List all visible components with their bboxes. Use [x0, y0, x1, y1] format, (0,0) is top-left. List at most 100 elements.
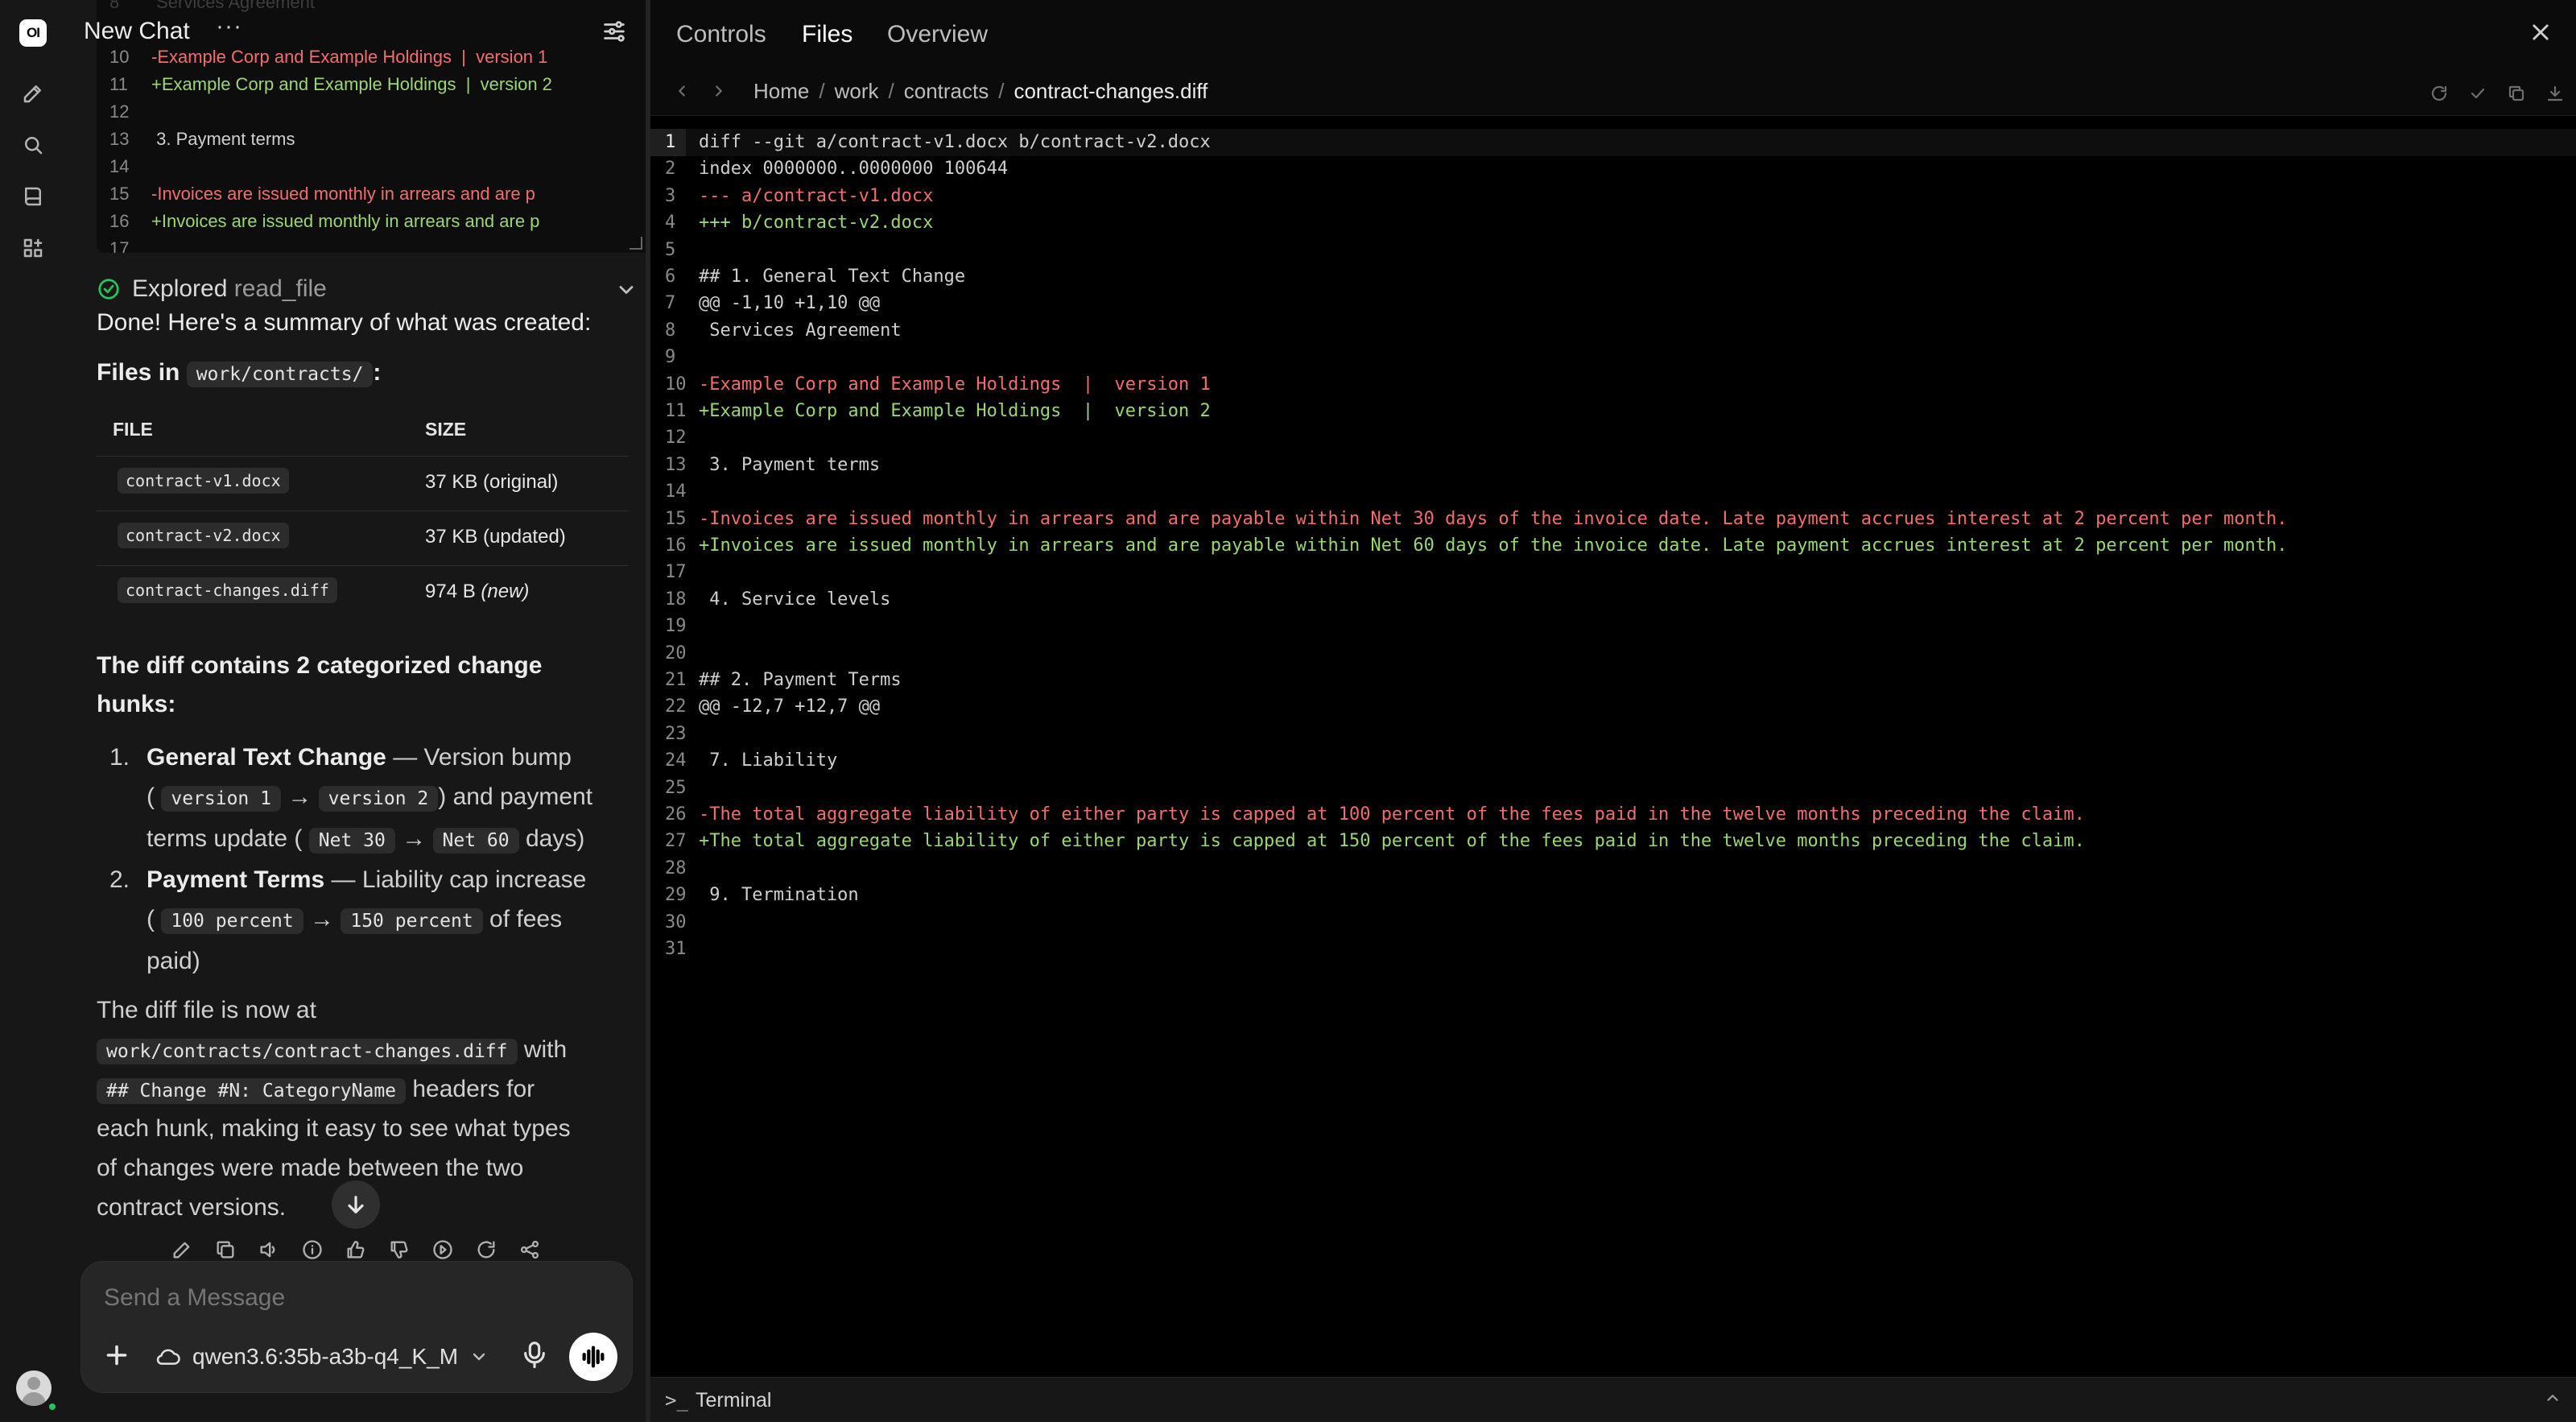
- code-line[interactable]: 14: [650, 478, 2576, 506]
- code-line[interactable]: 8 Services Agreement: [650, 317, 2576, 345]
- add-attachment-button[interactable]: [102, 1341, 134, 1373]
- code-line[interactable]: 1 diff --git a/contract-v1.docx b/contrac…: [650, 129, 2576, 156]
- chevron-down-icon[interactable]: [615, 279, 639, 303]
- copy-icon[interactable]: [214, 1238, 238, 1263]
- code-line[interactable]: 26 -The total aggregate liability of eith…: [650, 801, 2576, 829]
- message-composer: qwen3.6:35b-a3b-q4_K_M: [80, 1261, 633, 1393]
- list-item-title: Payment Terms: [147, 866, 325, 893]
- code-line[interactable]: 6 ## 1. General Text Change: [650, 263, 2576, 291]
- code-line[interactable]: 7 @@ -1,10 +1,10 @@: [650, 290, 2576, 317]
- breadcrumb-contracts[interactable]: contracts: [904, 79, 989, 103]
- arrow-glyph: →: [287, 783, 312, 810]
- file-name-cell: contract-v2.docx: [118, 523, 289, 548]
- line-number: 22: [665, 697, 687, 717]
- code-line[interactable]: 12: [650, 424, 2576, 452]
- code-line[interactable]: 9: [650, 344, 2576, 371]
- code-line[interactable]: 17: [650, 559, 2576, 586]
- code-line[interactable]: 20: [650, 640, 2576, 668]
- code-line[interactable]: 18 4. Service levels: [650, 586, 2576, 614]
- inline-code: version 2: [318, 786, 439, 812]
- tab-files[interactable]: Files: [802, 21, 852, 48]
- user-avatar[interactable]: [16, 1370, 52, 1406]
- code-line[interactable]: 30: [650, 909, 2576, 936]
- microphone-button[interactable]: [521, 1339, 555, 1373]
- download-icon[interactable]: [2545, 84, 2566, 105]
- file-editor[interactable]: 1 diff --git a/contract-v1.docx b/contrac…: [650, 121, 2576, 1377]
- tool-call-row[interactable]: Explored read_file: [97, 274, 634, 306]
- file-name-cell: contract-changes.diff: [118, 577, 337, 603]
- code-line[interactable]: 24 7. Liability: [650, 747, 2576, 775]
- inline-code: work/contracts/contract-changes.diff: [97, 1039, 518, 1064]
- inline-code: Net 30: [308, 828, 395, 854]
- model-selector[interactable]: qwen3.6:35b-a3b-q4_K_M: [155, 1341, 502, 1373]
- save-check-icon[interactable]: [2468, 84, 2489, 105]
- more-options-button[interactable]: ···: [216, 13, 242, 40]
- code-line[interactable]: 15 -Invoices are issued monthly in arrear…: [650, 506, 2576, 533]
- code-line[interactable]: 5: [650, 237, 2576, 264]
- file-size-cell: 37 KB (original): [425, 471, 559, 493]
- edit-icon[interactable]: [171, 1238, 195, 1263]
- code-line[interactable]: 11 +Example Corp and Example Holdings | v…: [650, 398, 2576, 425]
- code-line[interactable]: 23: [650, 721, 2576, 748]
- code-line[interactable]: 22 @@ -12,7 +12,7 @@: [650, 693, 2576, 721]
- line-text: +The total aggregate liability of either…: [699, 831, 2085, 852]
- continue-icon[interactable]: [431, 1238, 456, 1263]
- list-item-body: General Text Change — Version bump ( ver…: [147, 738, 646, 861]
- breadcrumb-separator: /: [819, 79, 825, 103]
- regenerate-icon[interactable]: [475, 1238, 499, 1263]
- code-line[interactable]: 28: [650, 855, 2576, 883]
- voice-mode-button[interactable]: [569, 1333, 617, 1381]
- scroll-to-bottom-button[interactable]: [332, 1180, 380, 1229]
- chat-controls-icon[interactable]: [601, 18, 628, 45]
- terminal-label: Terminal: [696, 1389, 772, 1412]
- info-icon[interactable]: [301, 1238, 325, 1263]
- terminal-toggle-bar[interactable]: >_ Terminal: [650, 1377, 2576, 1422]
- tab-overview[interactable]: Overview: [887, 21, 988, 48]
- line-number: 19: [665, 616, 687, 637]
- chevron-right-icon[interactable]: [710, 82, 733, 105]
- code-line[interactable]: 27 +The total aggregate liability of eith…: [650, 828, 2576, 855]
- chevron-up-icon[interactable]: [2544, 1389, 2566, 1412]
- code-line[interactable]: 4 +++ b/contract-v2.docx: [650, 209, 2576, 237]
- close-icon[interactable]: [2529, 21, 2555, 47]
- code-line[interactable]: 16 +Invoices are issued monthly in arrear…: [650, 532, 2576, 560]
- line-text: +Invoices are issued monthly in arrears …: [699, 535, 2288, 556]
- closing-text: with: [517, 1036, 568, 1063]
- refresh-icon[interactable]: [2429, 84, 2450, 105]
- read-aloud-icon[interactable]: [258, 1238, 282, 1263]
- tab-controls[interactable]: Controls: [676, 21, 766, 48]
- code-line[interactable]: 2 index 0000000..0000000 100644: [650, 155, 2576, 183]
- breadcrumb-home[interactable]: Home: [753, 79, 809, 103]
- line-number: 12: [665, 428, 687, 449]
- panel-tab-bar: Controls Files Overview: [650, 0, 2576, 71]
- closing-line: contract versions.: [97, 1194, 287, 1221]
- code-line[interactable]: 10 -Example Corp and Example Holdings | v…: [650, 371, 2576, 399]
- line-text: 3. Payment terms: [699, 454, 881, 475]
- workspace-icon[interactable]: [19, 234, 47, 262]
- chevron-left-icon[interactable]: [673, 82, 696, 105]
- code-line[interactable]: 31: [650, 936, 2576, 963]
- list-item-text: ) and payment: [438, 783, 593, 810]
- chat-title[interactable]: New Chat: [84, 18, 190, 45]
- thumbs-up-icon[interactable]: [345, 1238, 369, 1263]
- file-size-cell: 974 B (new): [425, 581, 529, 603]
- new-chat-icon[interactable]: [19, 79, 47, 108]
- code-line[interactable]: 3 --- a/contract-v1.docx: [650, 183, 2576, 210]
- code-line[interactable]: 19: [650, 613, 2576, 640]
- notes-icon[interactable]: [19, 182, 47, 211]
- breadcrumb-work[interactable]: work: [835, 79, 879, 103]
- code-line[interactable]: 29 9. Termination: [650, 882, 2576, 909]
- code-line[interactable]: 13 3. Payment terms: [650, 452, 2576, 479]
- share-icon[interactable]: [518, 1238, 543, 1263]
- copy-icon[interactable]: [2507, 84, 2528, 105]
- code-line[interactable]: 25: [650, 775, 2576, 802]
- resize-handle-icon[interactable]: [630, 237, 642, 250]
- code-line[interactable]: 21 ## 2. Payment Terms: [650, 667, 2576, 694]
- search-icon[interactable]: [19, 130, 47, 159]
- snippet-line-text: +Example Corp and Example Holdings | ver…: [151, 74, 552, 94]
- message-input[interactable]: [104, 1284, 603, 1312]
- thumbs-down-icon[interactable]: [388, 1238, 412, 1263]
- app-logo[interactable]: OI: [19, 19, 47, 47]
- line-number: 3: [665, 185, 676, 206]
- inline-code: 150 percent: [341, 908, 483, 934]
